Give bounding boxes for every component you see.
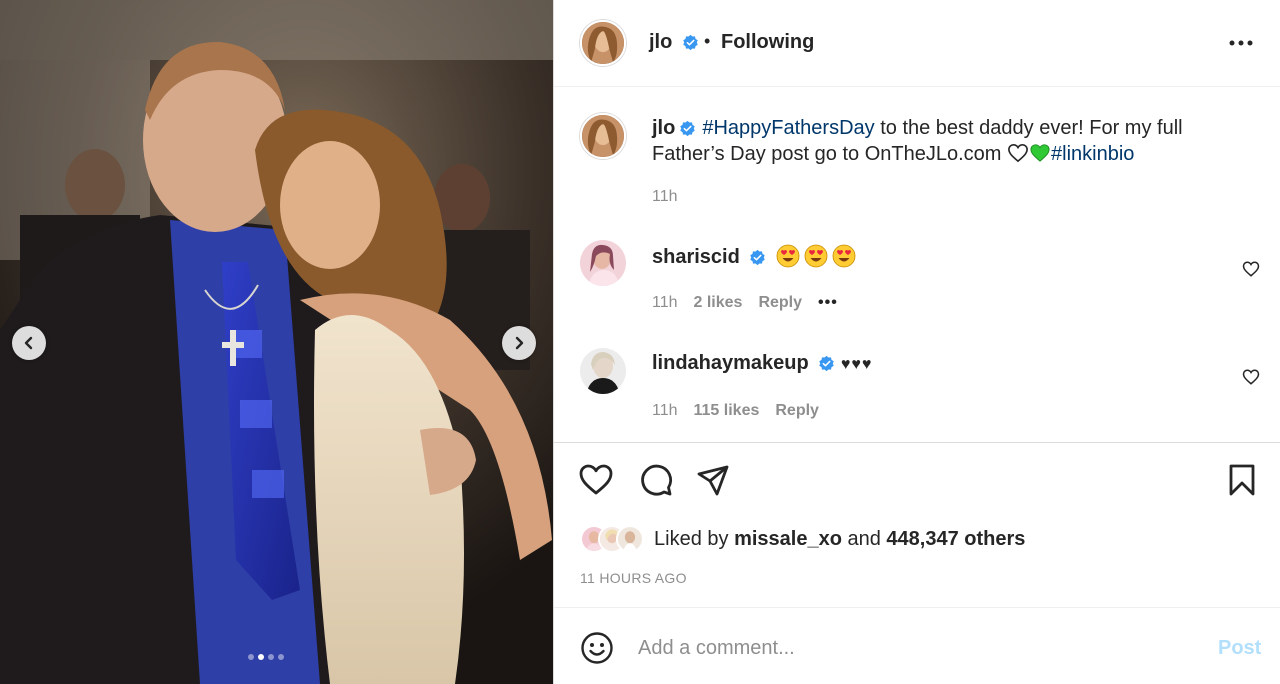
post-actions: Liked by missale_xo and 448,347 others 1… xyxy=(554,444,1280,608)
reply-button[interactable]: Reply xyxy=(775,402,819,420)
carousel-dot xyxy=(248,654,254,660)
comment-likes[interactable]: 115 likes xyxy=(694,402,760,420)
comment-input[interactable] xyxy=(638,631,1198,665)
caption-timestamp[interactable]: 11h xyxy=(652,188,678,206)
verified-badge-icon xyxy=(819,356,835,372)
liked-by-text: Liked by missale_xo and 448,347 others xyxy=(654,527,1026,550)
comment-likes[interactable]: 2 likes xyxy=(694,294,743,312)
hashtag-link[interactable]: #linkinbio xyxy=(1051,143,1134,165)
comment-body: shariscid xyxy=(652,244,856,269)
comment-more-button[interactable]: ••• xyxy=(818,294,838,312)
comment-item: lindahaymakeup ♥♥♥ 11h 115 likes Reply xyxy=(554,348,1280,448)
green-heart-icon xyxy=(1030,144,1050,162)
hashtag-link[interactable]: #HappyFathersDay xyxy=(702,117,874,139)
comment-like-heart-icon[interactable] xyxy=(1242,260,1260,278)
comment-like-heart-icon[interactable] xyxy=(1242,368,1260,386)
post-timestamp[interactable]: 11 HOURS AGO xyxy=(580,570,687,586)
comment-body: lindahaymakeup ♥♥♥ xyxy=(652,352,872,375)
carousel-prev-button[interactable] xyxy=(12,326,46,360)
liked-by-user-link[interactable]: missale_xo xyxy=(734,528,842,550)
heart-eyes-emoji-icon xyxy=(804,244,828,268)
post-header: jlo • Following xyxy=(554,0,1280,87)
comment-meta: 11h 2 likes Reply ••• xyxy=(652,294,838,312)
carousel-next-button[interactable] xyxy=(502,326,536,360)
chevron-right-icon xyxy=(515,336,524,350)
post-photo xyxy=(0,0,553,684)
white-heart-icon xyxy=(1008,143,1028,163)
chevron-left-icon xyxy=(24,336,33,350)
following-button[interactable]: Following xyxy=(721,31,814,54)
commenter-username[interactable]: lindahaymakeup xyxy=(652,352,809,374)
comment-text: ♥♥♥ xyxy=(840,356,873,373)
author-username[interactable]: jlo xyxy=(649,31,699,54)
liker-avatar[interactable] xyxy=(616,525,644,553)
verified-badge-icon xyxy=(683,35,698,51)
post-media xyxy=(0,0,553,684)
comment-icon[interactable] xyxy=(638,462,674,498)
heart-eyes-emoji-icon xyxy=(832,244,856,268)
author-avatar[interactable] xyxy=(580,20,626,66)
post-comment-button[interactable]: Post xyxy=(1218,637,1261,660)
bookmark-icon[interactable] xyxy=(1224,462,1260,498)
heart-eyes-emoji-icon xyxy=(776,244,800,268)
commenter-avatar[interactable] xyxy=(580,240,626,286)
verified-badge-icon xyxy=(750,250,766,266)
comment-time[interactable]: 11h xyxy=(652,402,678,420)
more-horizontal-icon[interactable] xyxy=(1228,36,1254,50)
carousel-dot-active xyxy=(258,654,264,660)
header-separator: • xyxy=(704,31,711,51)
verified-badge-icon xyxy=(680,121,696,137)
comment-emojis xyxy=(772,244,856,268)
carousel-dot xyxy=(268,654,274,660)
commenter-username[interactable]: shariscid xyxy=(652,246,740,268)
comments-section: jlo #HappyFathersDay to the best daddy ev… xyxy=(554,88,1280,443)
send-icon[interactable] xyxy=(695,462,731,498)
add-comment-bar: Post xyxy=(554,609,1280,684)
carousel-dot xyxy=(278,654,284,660)
reply-button[interactable]: Reply xyxy=(758,294,802,312)
comment-meta: 11h 115 likes Reply xyxy=(652,402,819,420)
caption-username[interactable]: jlo xyxy=(652,117,675,139)
comment-item: shariscid 11h 2 likes Reply ••• xyxy=(554,240,1280,340)
post-caption: jlo #HappyFathersDay to the best daddy ev… xyxy=(652,115,1242,167)
carousel-indicator xyxy=(248,654,284,660)
commenter-avatar[interactable] xyxy=(580,348,626,394)
post-details-panel: jlo • Following jlo #HappyFathersDay to t… xyxy=(553,0,1280,684)
liked-by-others-link[interactable]: 448,347 others xyxy=(886,528,1025,550)
emoji-smile-icon[interactable] xyxy=(580,631,614,665)
liked-by-row: Liked by missale_xo and 448,347 others xyxy=(580,524,1025,554)
caption-author-avatar[interactable] xyxy=(580,113,626,159)
comment-time[interactable]: 11h xyxy=(652,294,678,312)
heart-icon[interactable] xyxy=(578,462,614,498)
